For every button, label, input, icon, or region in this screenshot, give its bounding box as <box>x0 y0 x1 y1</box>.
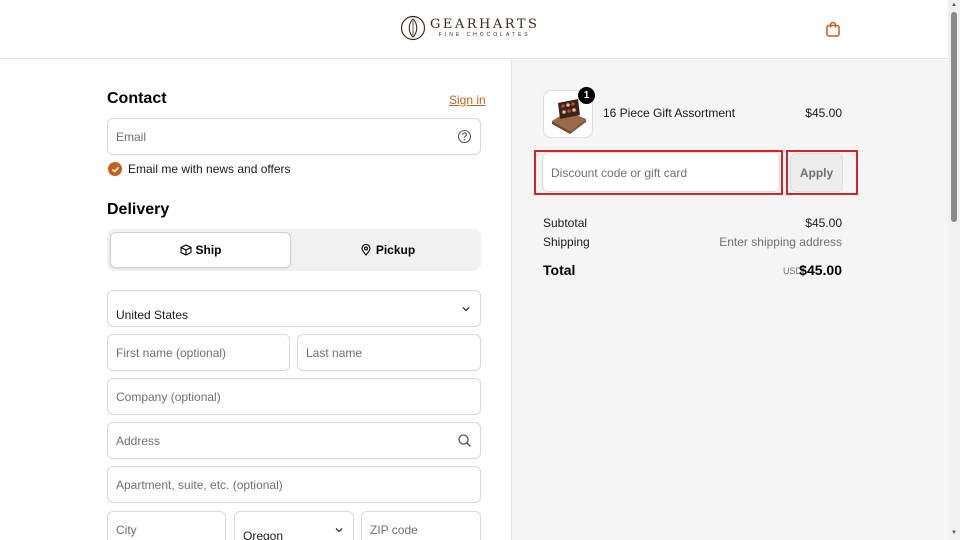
email-placeholder: Email <box>116 130 147 144</box>
shipping-label: Shipping <box>543 235 590 249</box>
brand-text: GEARHARTS FINE CHOCOLATES <box>430 16 540 39</box>
contact-title: Contact <box>107 90 167 107</box>
first-name-placeholder: First name (optional) <box>116 346 227 360</box>
company-field[interactable]: Company (optional) <box>107 378 481 415</box>
brand-logo[interactable]: GEARHARTS FINE CHOCOLATES <box>400 15 539 41</box>
pickup-option[interactable]: Pickup <box>297 232 478 268</box>
newsletter-label: Email me with news and offers <box>128 162 291 176</box>
quantity-badge: 1 <box>578 87 595 104</box>
discount-code-input[interactable]: Discount code or gift card <box>542 152 780 192</box>
product-price: $45.00 <box>805 106 842 120</box>
discount-placeholder: Discount code or gift card <box>551 166 688 180</box>
total-value: $45.00 <box>799 262 842 278</box>
page-scrollbar[interactable]: ▲ ▼ <box>948 0 960 540</box>
address-placeholder: Address <box>116 434 161 448</box>
shopping-bag-icon[interactable] <box>824 20 842 38</box>
logo-mark-icon <box>400 15 426 41</box>
scroll-down-arrow-icon[interactable]: ▼ <box>951 530 957 536</box>
apartment-placeholder: Apartment, suite, etc. (optional) <box>116 478 283 492</box>
help-circle-icon[interactable] <box>457 129 472 144</box>
product-name: 16 Piece Gift Assortment <box>603 106 736 120</box>
last-name-placeholder: Last name <box>306 346 363 360</box>
subtotal-value: $45.00 <box>805 216 842 230</box>
search-icon[interactable] <box>457 433 472 448</box>
ship-option[interactable]: Ship <box>110 232 291 268</box>
apply-discount-button[interactable]: Apply <box>790 153 843 192</box>
address-field[interactable]: Address <box>107 422 481 459</box>
sign-in-link[interactable]: Sign in <box>449 93 486 107</box>
chevron-down-icon <box>335 528 343 533</box>
city-field[interactable]: City <box>107 511 226 540</box>
apartment-field[interactable]: Apartment, suite, etc. (optional) <box>107 466 481 503</box>
city-placeholder: City <box>116 523 137 537</box>
ship-label: Ship <box>195 243 222 257</box>
scrollbar-thumb[interactable] <box>951 12 957 222</box>
zip-placeholder: ZIP code <box>370 523 418 537</box>
location-pin-icon <box>361 244 371 256</box>
brand-name: GEARHARTS <box>430 16 540 32</box>
country-select[interactable]: United States <box>107 290 481 327</box>
scroll-up-arrow-icon[interactable]: ▲ <box>951 2 957 8</box>
delivery-method-toggle: Ship Pickup <box>107 229 481 271</box>
box-icon <box>179 244 192 256</box>
pickup-label: Pickup <box>375 243 416 257</box>
checkout-form: Contact Sign in Email Email me with news… <box>0 60 511 540</box>
newsletter-checkbox[interactable] <box>108 162 122 176</box>
order-summary: 1 16 Piece Gift Assortment $45.00 Discou… <box>511 60 948 540</box>
brand-tagline: FINE CHOCOLATES <box>438 31 531 38</box>
check-icon <box>111 166 119 173</box>
last-name-field[interactable]: Last name <box>297 334 481 371</box>
state-value: Oregon <box>243 529 284 540</box>
delivery-title: Delivery <box>107 201 170 218</box>
shipping-value: Enter shipping address <box>719 235 842 249</box>
chevron-down-icon <box>462 307 470 312</box>
zip-field[interactable]: ZIP code <box>361 511 481 540</box>
subtotal-label: Subtotal <box>543 216 588 230</box>
first-name-field[interactable]: First name (optional) <box>107 334 290 371</box>
company-placeholder: Company (optional) <box>116 390 221 404</box>
country-value: United States <box>116 308 189 322</box>
site-header: GEARHARTS FINE CHOCOLATES <box>0 0 948 59</box>
email-field[interactable]: Email <box>107 118 481 155</box>
state-select[interactable]: Oregon <box>234 511 354 540</box>
total-label: Total <box>543 262 576 278</box>
